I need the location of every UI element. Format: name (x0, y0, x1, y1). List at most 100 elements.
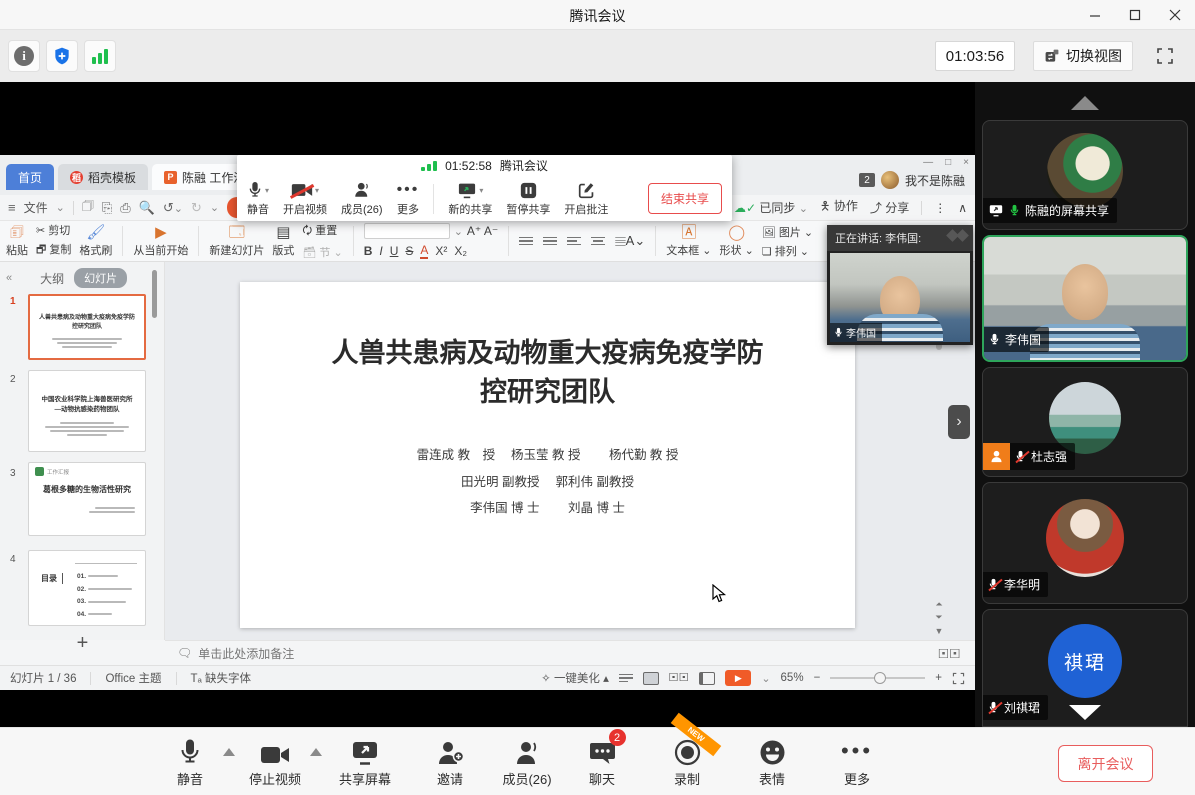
close-button[interactable] (1155, 0, 1195, 30)
slide-thumbnail-3[interactable]: 工作汇报 葛根多糖的生物活性研究 (28, 462, 146, 536)
wps-collab-button[interactable]: 🯅 协作 (820, 197, 858, 218)
bullet-list-icon[interactable] (519, 237, 533, 246)
menu-icon[interactable]: ≡ (8, 200, 16, 215)
paste-button[interactable]: 🗊粘贴 (6, 225, 28, 258)
leave-meeting-button[interactable]: 离开会议 (1058, 745, 1153, 782)
slide-sorter-icon[interactable]: 🞔🞔 (669, 672, 689, 685)
wps-collapse-ribbon[interactable]: ∧ (958, 201, 967, 215)
more-button[interactable]: ••• 更多 (815, 736, 899, 788)
fullscreen-button[interactable] (1153, 44, 1177, 68)
align-center-icon[interactable] (591, 237, 605, 246)
participants-scroll-up[interactable] (1071, 96, 1099, 110)
format-buttons[interactable]: BIUS AX²X₂ (364, 243, 467, 259)
text-direction-icon[interactable]: 𝄙A⌄ (615, 233, 645, 249)
align-left-icon[interactable] (567, 237, 581, 246)
wps-more-menu[interactable]: ⋮ (934, 201, 946, 215)
overlay-members-button[interactable]: 成员(26) (341, 180, 383, 217)
slide-thumbnail-1[interactable]: 人兽共患病及动物重大疫病免疫学防控研究团队 (28, 294, 146, 360)
network-quality-button[interactable] (84, 40, 116, 72)
picture-button[interactable]: 🖼 图片 ⌄ (762, 224, 813, 240)
members-button[interactable]: 成员(26) (485, 736, 569, 788)
notes-bar[interactable]: 🗨 单击此处添加备注 🞔🞔 (165, 640, 975, 665)
slides-tab[interactable]: 幻灯片 (74, 268, 127, 288)
slide-thumbnail-4[interactable]: 目录 01. 02. 03. 04. (28, 550, 146, 626)
wps-synced-status[interactable]: ☁✓ 已同步 ⌄ (734, 199, 808, 216)
current-slide[interactable]: 人兽共患病及动物重大疫病免疫学防控研究团队 雷连成 教 授 杨玉莹 教 授 杨代… (240, 282, 855, 628)
zoom-slider[interactable] (830, 677, 925, 679)
outline-tab[interactable]: 大纲 (40, 270, 64, 287)
play-from-current-button[interactable]: ▶从当前开始 (133, 225, 188, 258)
zoom-in-button[interactable]: + (935, 672, 942, 684)
overlay-more-button[interactable]: ••• 更多 (397, 180, 420, 217)
sidebar-collapse-handle[interactable]: › (948, 405, 970, 439)
wps-user-avatar[interactable] (881, 171, 899, 189)
maximize-button[interactable] (1115, 0, 1155, 30)
normal-view-icon[interactable] (643, 672, 659, 685)
missing-font-warning[interactable]: Tₐ 缺失字体 (191, 670, 252, 686)
beautify-button[interactable]: ✧ 一键美化 ▴ (541, 670, 609, 686)
participant-tile-duzhiqiang[interactable]: 杜志强 (982, 367, 1188, 477)
wps-notification-badge[interactable]: 2 (859, 173, 875, 187)
reading-view-icon[interactable] (699, 672, 715, 685)
section-button[interactable]: 🗃 节 ⌄ (302, 244, 342, 260)
share-screen-button[interactable]: 共享屏幕 (323, 736, 407, 788)
format-painter-button[interactable]: 🖌格式刷 (79, 225, 112, 258)
wps-file-menu[interactable]: 文件 (24, 199, 48, 216)
wps-tab-docer[interactable]: 稻稻壳模板 (58, 164, 148, 190)
collapse-panel-icon[interactable]: « (6, 272, 12, 284)
security-button[interactable] (46, 40, 78, 72)
output-icon[interactable]: ⎘ (102, 200, 112, 216)
overlay-start-video-button[interactable]: ▾ 开启视频 (283, 180, 327, 217)
record-button[interactable]: NEW 录制 (645, 736, 729, 788)
textbox-button[interactable]: 🄰文本框 ⌄ (666, 225, 711, 258)
overlay-annotate-button[interactable]: 开启批注 (564, 180, 608, 217)
overlay-new-share-button[interactable]: ▾ 新的共享 (448, 180, 492, 217)
notes-toggle-icon[interactable] (619, 674, 633, 683)
wps-window-controls[interactable]: —□× (923, 157, 969, 168)
overlay-pause-share-button[interactable]: 暂停共享 (506, 180, 550, 217)
page-up-icon[interactable]: ⏶ (933, 599, 945, 610)
active-speaker-popup[interactable]: 正在讲话: 李伟国: 李伟国 (827, 225, 973, 345)
save-icon[interactable]: 🗇 (82, 197, 94, 219)
cut-button[interactable]: ✂ 剪切 (36, 222, 71, 238)
page-down-icon[interactable]: ⏷ (933, 612, 945, 623)
layout-button[interactable]: ▤版式 (272, 225, 294, 258)
stop-video-button[interactable]: 停止视频 (233, 736, 317, 788)
scroll-down-icon[interactable]: ▼ (933, 626, 945, 636)
emoji-button[interactable]: 表情 (730, 736, 814, 788)
redo-icon[interactable]: ↻ (191, 200, 202, 216)
zoom-level[interactable]: 65% (781, 672, 804, 684)
shape-button[interactable]: ◯形状 ⌄ (720, 225, 754, 258)
undo-icon[interactable]: ↺⌄ (163, 200, 183, 216)
wps-share-button[interactable]: ⤴ 分享 (870, 199, 909, 216)
font-name-box[interactable] (364, 223, 450, 239)
overlay-mute-button[interactable]: ▾ 静音 (247, 180, 269, 217)
end-share-button[interactable]: 结束共享 (648, 183, 722, 214)
reset-button[interactable]: 🗘 重置 (302, 222, 342, 241)
participant-tile-lihuaming[interactable]: 李华明 (982, 482, 1188, 604)
switch-view-button[interactable]: 切换视图 (1033, 41, 1133, 71)
print-icon[interactable]: ⎙ (120, 200, 130, 216)
video-options-caret[interactable] (310, 748, 322, 756)
invite-button[interactable]: 邀请 (408, 736, 492, 788)
fit-slide-icon[interactable] (952, 672, 965, 685)
theme-name[interactable]: Office 主题 (105, 670, 161, 686)
grid-view-icon[interactable]: 🞔🞔 (938, 646, 961, 662)
slideshow-play-button[interactable]: ▶ (725, 670, 751, 686)
wps-username[interactable]: 我不是陈融 (905, 172, 965, 189)
zoom-out-button[interactable]: − (814, 672, 821, 684)
preview-icon[interactable]: 🔍 (139, 200, 155, 216)
wps-tab-home[interactable]: 首页 (6, 164, 54, 190)
numbered-list-icon[interactable] (543, 237, 557, 246)
chat-button[interactable]: 2 聊天 (560, 736, 644, 788)
participant-tile-liweiguo[interactable]: 李伟国 (982, 235, 1188, 362)
slide-thumbnail-2[interactable]: 中国农业科学院上海兽医研究所 —动物抗感染药物团队 (28, 370, 146, 452)
mute-button[interactable]: 静音 (148, 736, 232, 788)
meeting-info-button[interactable]: i (8, 40, 40, 72)
new-slide-button[interactable]: 🗔新建幻灯片 (209, 225, 264, 258)
minimize-button[interactable] (1075, 0, 1115, 30)
participant-tile-screenshare[interactable]: 陈融的屏幕共享 (982, 120, 1188, 230)
participants-scroll-down[interactable] (1069, 705, 1101, 720)
panel-scrollbar[interactable] (152, 270, 157, 318)
add-slide-button[interactable]: + (0, 632, 165, 655)
